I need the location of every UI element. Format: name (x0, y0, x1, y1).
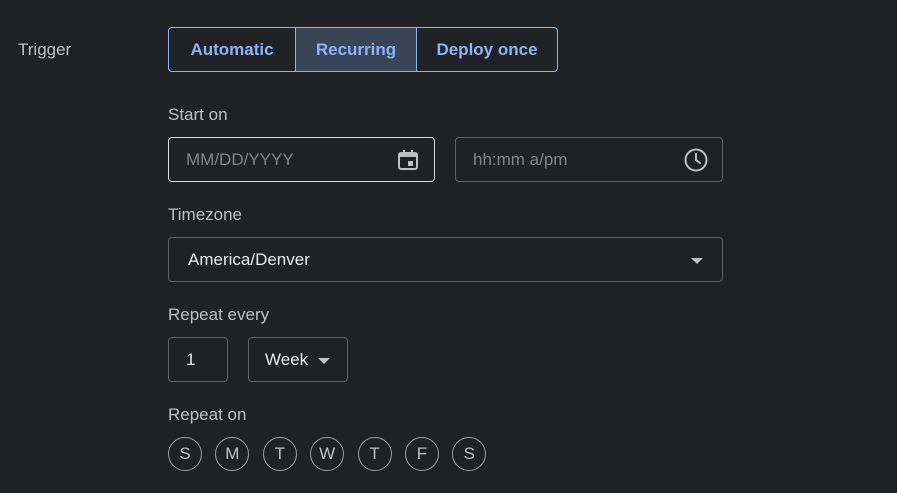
trigger-option-recurring[interactable]: Recurring (295, 28, 416, 71)
day-toggle-tuesday[interactable]: T (262, 437, 297, 471)
chevron-down-icon (318, 358, 330, 364)
timezone-label: Timezone (168, 205, 243, 224)
trigger-label: Trigger (18, 40, 72, 59)
trigger-option-automatic[interactable]: Automatic (169, 28, 295, 71)
timezone-select[interactable]: America/Denver (168, 237, 723, 282)
start-time-field[interactable]: hh:mm a/pm (455, 137, 723, 182)
repeat-interval-value: 1 (186, 349, 196, 369)
repeat-every-label: Repeat every (168, 305, 270, 324)
recurring-trigger-form: Trigger Automatic Recurring Deploy once … (0, 0, 897, 493)
clock-icon[interactable] (683, 147, 709, 173)
repeat-interval-input[interactable]: 1 (168, 337, 228, 382)
trigger-option-deploy-once[interactable]: Deploy once (416, 28, 557, 71)
repeat-unit-select[interactable]: Week (248, 337, 348, 382)
day-toggle-friday[interactable]: F (404, 437, 439, 471)
start-on-label: Start on (168, 105, 228, 124)
trigger-segmented-control: Automatic Recurring Deploy once (168, 27, 558, 72)
repeat-unit-value: Week (265, 349, 309, 369)
day-toggle-thursday[interactable]: T (357, 437, 392, 471)
start-time-placeholder: hh:mm a/pm (473, 149, 568, 169)
start-date-placeholder: MM/DD/YYYY (186, 149, 294, 169)
repeat-on-label: Repeat on (168, 405, 247, 424)
start-date-field[interactable]: MM/DD/YYYY (168, 137, 435, 182)
day-toggle-sunday[interactable]: S (168, 437, 202, 471)
timezone-value: America/Denver (188, 249, 310, 269)
repeat-on-days: S M T W T F S (168, 437, 500, 471)
day-toggle-wednesday[interactable]: W (310, 437, 345, 471)
calendar-icon[interactable] (395, 147, 421, 173)
day-toggle-saturday[interactable]: S (452, 437, 487, 471)
chevron-down-icon (691, 258, 703, 264)
day-toggle-monday[interactable]: M (215, 437, 250, 471)
